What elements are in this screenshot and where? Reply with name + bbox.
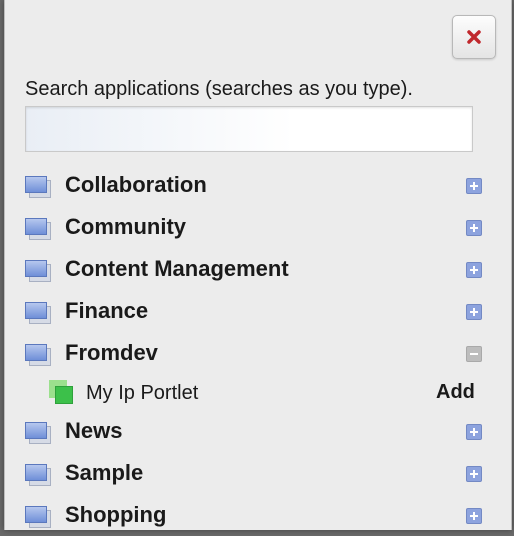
category-label: Collaboration (65, 172, 207, 197)
expand-icon[interactable] (466, 178, 482, 194)
close-button[interactable] (452, 15, 496, 59)
category-row[interactable]: Community (5, 206, 511, 248)
category-row[interactable]: Content Management (5, 248, 511, 290)
expand-icon[interactable] (466, 466, 482, 482)
category-row[interactable]: Collaboration (5, 164, 511, 206)
expand-icon[interactable] (466, 304, 482, 320)
folder-icon (25, 260, 51, 282)
expand-icon[interactable] (466, 262, 482, 278)
category-row[interactable]: Fromdev (5, 332, 511, 374)
category-label: Shopping (65, 502, 167, 527)
application-label: My Ip Portlet (86, 382, 199, 404)
folder-icon (25, 176, 51, 198)
category-row[interactable]: News (5, 410, 511, 452)
portlet-icon (49, 380, 75, 406)
category-label: News (65, 418, 123, 443)
close-icon (467, 30, 481, 44)
category-label: Fromdev (65, 340, 158, 365)
category-label: Finance (65, 298, 149, 323)
category-label: Content Management (65, 256, 289, 281)
expand-icon[interactable] (466, 424, 482, 440)
application-row[interactable]: My Ip Portlet Add (5, 374, 511, 410)
folder-icon (25, 464, 51, 486)
category-label: Sample (65, 460, 144, 485)
category-row[interactable]: Shopping (5, 494, 511, 536)
folder-icon (25, 302, 51, 324)
add-application-panel: Search applications (searches as you typ… (4, 0, 512, 530)
collapse-icon[interactable] (466, 346, 482, 362)
folder-icon (25, 344, 51, 366)
search-label: Search applications (searches as you typ… (25, 78, 413, 100)
add-application-link[interactable]: Add (436, 381, 475, 404)
folder-icon (25, 506, 51, 528)
category-row[interactable]: Finance (5, 290, 511, 332)
search-input[interactable] (25, 106, 473, 152)
category-label: Community (65, 214, 186, 239)
category-row[interactable]: Sample (5, 452, 511, 494)
folder-icon (25, 422, 51, 444)
expand-icon[interactable] (466, 220, 482, 236)
expand-icon[interactable] (466, 508, 482, 524)
folder-icon (25, 218, 51, 240)
category-list: Collaboration Community Content Manageme… (5, 164, 511, 536)
